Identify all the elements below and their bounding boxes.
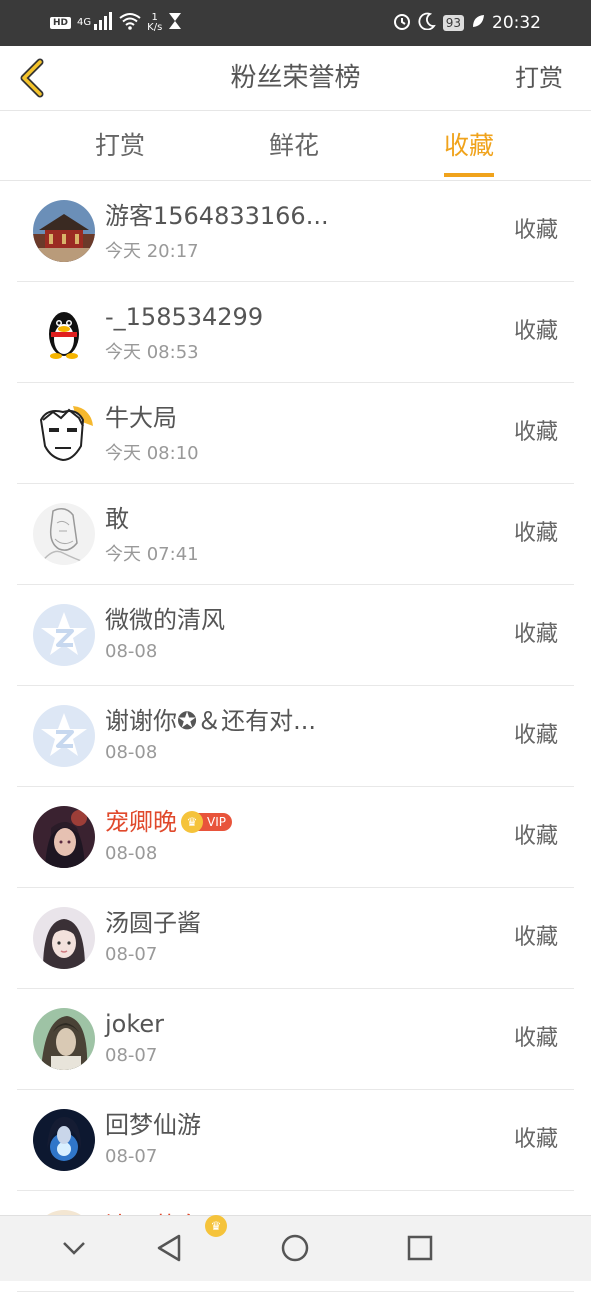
nav-home-button[interactable] xyxy=(275,1228,315,1268)
chevron-down-icon xyxy=(63,1242,85,1255)
action-label: 收藏 xyxy=(513,1127,558,1152)
name-line: 宠卿晚 ♛ VIP xyxy=(105,805,232,839)
name-line: -_158534299 xyxy=(105,300,263,334)
network-type: 4G xyxy=(77,17,92,28)
hd-indicator: HD xyxy=(50,17,72,29)
avatar-sketch-girl[interactable] xyxy=(33,503,95,565)
header-bar: 粉丝荣誉榜 打赏 xyxy=(0,46,591,111)
tab-favorites-label: 收藏 xyxy=(444,131,495,160)
timestamp: 08-08 xyxy=(105,641,158,662)
action-label: 收藏 xyxy=(513,723,558,748)
tab-active-indicator xyxy=(444,173,495,177)
moon-icon xyxy=(418,12,436,34)
avatar-penguin[interactable] xyxy=(33,301,95,363)
action-label: 收藏 xyxy=(513,420,558,445)
timestamp: 今天 20:17 xyxy=(105,241,199,262)
network-speed: 1 K/s xyxy=(147,13,162,33)
user-name[interactable]: 微微的清风 xyxy=(105,603,225,637)
name-line: 牛大局 xyxy=(105,401,177,435)
name-line: 回梦仙游 xyxy=(105,1108,201,1142)
name-line: 谢谢你✪＆还有对... xyxy=(105,704,316,738)
list-item[interactable]: -_158534299 今天 08:53 收藏 xyxy=(17,282,574,383)
timestamp: 08-08 xyxy=(105,742,158,763)
clock: 20:32 xyxy=(492,13,541,33)
network-speed-unit: K/s xyxy=(147,22,163,33)
user-name[interactable]: joker xyxy=(105,1007,164,1041)
signal-icon xyxy=(93,12,113,34)
hourglass-icon xyxy=(168,12,182,34)
avatar-photo-green[interactable] xyxy=(33,1008,95,1070)
action-label: 收藏 xyxy=(513,319,558,344)
list-item[interactable]: 谢谢你✪＆还有对... 08-08 收藏 xyxy=(17,686,574,787)
timestamp: 08-07 xyxy=(105,1146,158,1167)
user-name[interactable]: 汤圆子酱 xyxy=(105,906,201,940)
vip-badge: ♛VIP xyxy=(181,811,232,833)
triangle-back-icon xyxy=(157,1234,181,1262)
timestamp: 08-08 xyxy=(105,843,158,864)
timestamp: 08-07 xyxy=(105,1045,158,1066)
crown-icon: ♛ xyxy=(181,811,203,833)
user-name[interactable]: 敢 xyxy=(105,502,129,536)
user-name[interactable]: 牛大局 xyxy=(105,401,177,435)
action-label: 收藏 xyxy=(513,622,558,647)
list-item[interactable]: 汤圆子酱 08-07 收藏 xyxy=(17,888,574,989)
timestamp: 今天 08:10 xyxy=(105,443,199,464)
timestamp: 今天 07:41 xyxy=(105,544,199,565)
name-line: 游客1564833166... xyxy=(105,199,329,233)
fan-list: 游客1564833166... 今天 20:17 收藏 -_158534299 今天 … xyxy=(0,181,591,1292)
reward-button[interactable]: 打赏 xyxy=(515,46,563,110)
avatar-anime-blue[interactable] xyxy=(33,1109,95,1171)
action-label: 收藏 xyxy=(513,218,558,243)
wifi-icon xyxy=(119,12,141,34)
crown-icon: ♛ xyxy=(205,1215,227,1237)
action-label: 收藏 xyxy=(513,925,558,950)
user-name[interactable]: 宠卿晚 xyxy=(105,805,177,839)
nav-recent-button[interactable] xyxy=(400,1228,440,1268)
user-name[interactable]: -_158534299 xyxy=(105,300,263,334)
name-line: 汤圆子酱 xyxy=(105,906,201,940)
list-item[interactable]: 宠卿晚 ♛ VIP 08-08 收藏 xyxy=(17,787,574,888)
page-title: 粉丝荣誉榜 xyxy=(230,63,361,93)
nav-collapse-button[interactable] xyxy=(54,1228,94,1268)
list-item[interactable]: joker 08-07 收藏 xyxy=(17,989,574,1090)
timestamp: 08-07 xyxy=(105,944,158,965)
list-item[interactable]: 回梦仙游 08-07 收藏 xyxy=(17,1090,574,1191)
list-item[interactable]: 微微的清风 08-08 收藏 xyxy=(17,585,574,686)
tab-reward-label: 打赏 xyxy=(95,131,146,160)
circle-home-icon xyxy=(281,1234,309,1262)
tab-favorites[interactable]: 收藏 xyxy=(444,111,495,180)
action-label: 收藏 xyxy=(513,1026,558,1051)
list-item[interactable]: 游客1564833166... 今天 20:17 收藏 xyxy=(17,181,574,282)
list-item[interactable]: 牛大局今天 08:10 收藏 xyxy=(17,383,574,484)
avatar-sketch-face[interactable] xyxy=(33,402,95,464)
list-item[interactable]: 敢今天 07:41 收藏 xyxy=(17,484,574,585)
battery-level: 93 xyxy=(442,15,464,31)
alarm-icon xyxy=(393,12,411,34)
leaf-icon xyxy=(471,13,485,33)
system-nav-bar xyxy=(0,1215,591,1281)
avatar-photo-building[interactable] xyxy=(33,200,95,262)
name-line: 敢 xyxy=(105,502,129,536)
square-recent-icon xyxy=(407,1235,433,1261)
name-line: joker xyxy=(105,1007,164,1041)
timestamp: 今天 08:53 xyxy=(105,342,199,363)
name-line: 微微的清风 xyxy=(105,603,225,637)
tab-bar: 打赏 鲜花 收藏 xyxy=(0,111,591,181)
user-name[interactable]: 游客1564833166... xyxy=(105,199,329,233)
tab-flowers[interactable]: 鲜花 xyxy=(269,111,319,180)
tab-flowers-label: 鲜花 xyxy=(269,131,320,160)
avatar-default[interactable] xyxy=(33,604,95,666)
user-name[interactable]: 谢谢你✪＆还有对... xyxy=(105,704,316,738)
status-bar: HD 4G 1 K/s 93 20:32 xyxy=(0,0,591,46)
action-label: 收藏 xyxy=(513,521,558,546)
avatar-anime-dark[interactable] xyxy=(33,806,95,868)
nav-back-button[interactable] xyxy=(150,1228,190,1268)
tab-reward[interactable]: 打赏 xyxy=(95,111,145,180)
avatar-photo-girl[interactable] xyxy=(33,907,95,969)
user-name[interactable]: 回梦仙游 xyxy=(105,1108,201,1142)
avatar-default[interactable] xyxy=(33,705,95,767)
action-label: 收藏 xyxy=(513,824,558,849)
